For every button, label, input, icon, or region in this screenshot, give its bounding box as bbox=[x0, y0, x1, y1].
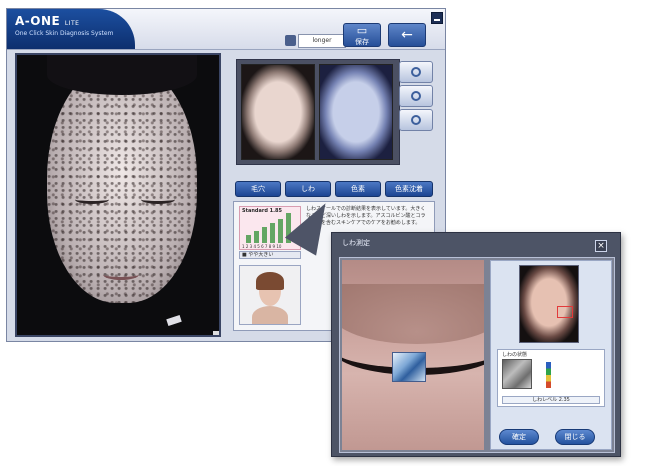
face-analysis-view[interactable] bbox=[15, 53, 221, 337]
user-icon bbox=[285, 35, 296, 46]
side-face-button-1[interactable] bbox=[399, 61, 433, 83]
thumbnail-panel bbox=[236, 59, 400, 165]
chart-scale: 1 2 3 4 5 6 7 8 9 10 bbox=[242, 244, 282, 249]
thumbnail-uv[interactable] bbox=[319, 64, 393, 160]
eye-closeup-image[interactable] bbox=[342, 260, 484, 450]
popup-title: しわ測定 bbox=[342, 239, 370, 247]
chart-title: Standard 1.85 bbox=[242, 208, 282, 214]
wrinkle-highlight bbox=[392, 352, 426, 382]
chart-bar bbox=[246, 235, 251, 243]
portrait-body bbox=[252, 306, 288, 324]
popup-side-panel: しわの状態 しわレベル 2.35 確定 閉じる bbox=[490, 260, 612, 450]
color-legend bbox=[546, 362, 551, 388]
hair-shadow bbox=[47, 55, 197, 95]
close-button[interactable]: 閉じる bbox=[555, 429, 595, 445]
arrow-left-icon: ← bbox=[401, 27, 413, 43]
mini-face-image bbox=[519, 265, 579, 343]
wrinkle-meter: しわの状態 しわレベル 2.35 bbox=[497, 349, 605, 407]
back-button[interactable]: ← bbox=[388, 23, 426, 47]
popup-content: しわの状態 しわレベル 2.35 確定 閉じる bbox=[339, 257, 615, 453]
reference-portrait[interactable] bbox=[239, 265, 301, 325]
chart-bar bbox=[254, 231, 259, 243]
minimize-button[interactable] bbox=[431, 12, 443, 24]
texture-sample bbox=[502, 359, 532, 389]
right-eye bbox=[141, 195, 175, 204]
chart-bar bbox=[270, 223, 275, 243]
menu-wrinkles-button[interactable]: しわ bbox=[285, 181, 331, 197]
app-title: A-ONE LITE bbox=[15, 14, 80, 28]
monitor-icon: ▭ bbox=[356, 24, 368, 37]
spectrum-graph bbox=[558, 360, 594, 390]
face-image bbox=[47, 63, 197, 303]
menu-pores-button[interactable]: 毛穴 bbox=[235, 181, 281, 197]
wrinkle-popup: しわ測定 × しわの状態 しわレベル 2.35 確定 閉じる bbox=[331, 232, 621, 457]
left-eye bbox=[75, 195, 109, 204]
app-subtitle: One Click Skin Diagnosis System bbox=[15, 30, 114, 37]
thumbnail-normal[interactable] bbox=[241, 64, 315, 160]
app-logo: A-ONE LITE One Click Skin Diagnosis Syst… bbox=[7, 9, 135, 49]
selection-box bbox=[557, 306, 573, 318]
confirm-button[interactable]: 確定 bbox=[499, 429, 539, 445]
chart-bar bbox=[278, 219, 283, 243]
view-indicator bbox=[213, 331, 219, 335]
side-face-button-2[interactable] bbox=[399, 85, 433, 107]
mouth bbox=[103, 269, 139, 280]
menu-pigmentation-button[interactable]: 色素沈着 bbox=[385, 181, 433, 197]
save-button[interactable]: ▭ 保存 bbox=[343, 23, 381, 47]
chart-bar bbox=[262, 227, 267, 243]
side-face-button-3[interactable] bbox=[399, 109, 433, 131]
menu-pigment-button[interactable]: 色素 bbox=[335, 181, 381, 197]
app-header: A-ONE LITE One Click Skin Diagnosis Syst… bbox=[7, 9, 445, 50]
collar-clip bbox=[166, 315, 182, 326]
meter-title: しわの状態 bbox=[502, 352, 528, 358]
portrait-hair bbox=[256, 272, 284, 290]
save-button-label: 保存 bbox=[355, 38, 369, 46]
meter-caption: しわレベル 2.35 bbox=[502, 396, 600, 404]
username-field[interactable]: longer bbox=[298, 34, 346, 48]
close-icon[interactable]: × bbox=[595, 240, 607, 252]
chart-caption: ■ やや大きい bbox=[239, 251, 301, 259]
